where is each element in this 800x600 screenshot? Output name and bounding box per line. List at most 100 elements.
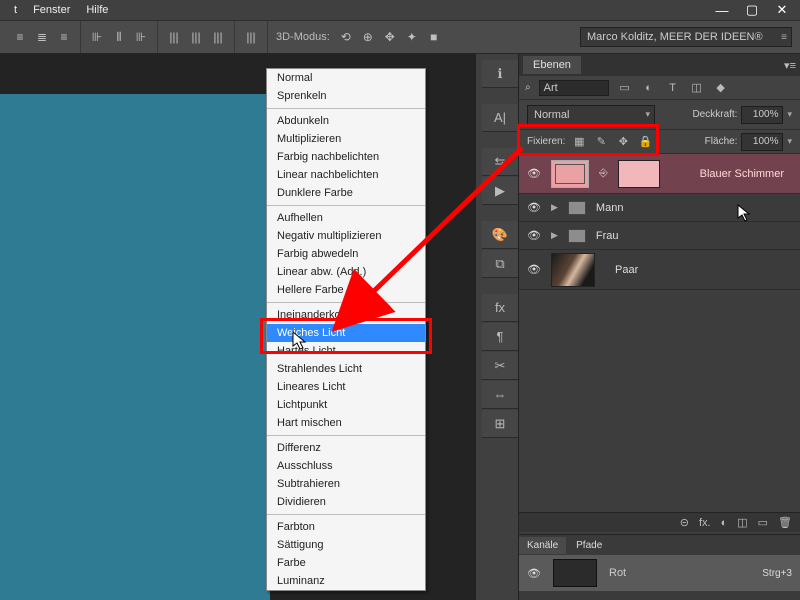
menu-fenster[interactable]: Fenster bbox=[25, 4, 78, 16]
opacity-input[interactable]: 100% bbox=[741, 106, 783, 124]
minimize-button[interactable]: — bbox=[716, 4, 728, 16]
distribute-icon[interactable]: ⫴ bbox=[109, 27, 129, 47]
filter-type-icon[interactable]: T bbox=[665, 80, 681, 96]
bm-farbig-abwedeln[interactable]: Farbig abwedeln bbox=[267, 245, 425, 263]
lock-pixels-icon[interactable]: ▦ bbox=[571, 134, 587, 150]
bm-hartes-licht[interactable]: Hartes Licht bbox=[267, 342, 425, 360]
filter-smart-icon[interactable]: ◆ bbox=[713, 80, 729, 96]
align-icon[interactable]: ≣ bbox=[32, 27, 52, 47]
bm-linear-nachbelichten[interactable]: Linear nachbelichten bbox=[267, 166, 425, 184]
bm-farbig-nachbelichten[interactable]: Farbig nachbelichten bbox=[267, 148, 425, 166]
layer-group-frau[interactable]: 👁 ▶ Frau bbox=[519, 222, 800, 250]
dock-navigator-icon[interactable]: ⊞ bbox=[482, 410, 518, 438]
blend-mode-menu[interactable]: Normal Sprenkeln Abdunkeln Multipliziere… bbox=[266, 68, 426, 591]
dock-character-icon[interactable]: A| bbox=[482, 104, 518, 132]
bm-negativ-multiplizieren[interactable]: Negativ multiplizieren bbox=[267, 227, 425, 245]
layer-mask-thumb[interactable] bbox=[618, 160, 660, 188]
bm-multiplizieren[interactable]: Multiplizieren bbox=[267, 130, 425, 148]
bm-weiches-licht[interactable]: Weiches Licht bbox=[267, 324, 425, 342]
dock-history-icon[interactable]: ⇆ bbox=[482, 148, 518, 176]
tab-pfade[interactable]: Pfade bbox=[568, 537, 610, 554]
dock-actions-icon[interactable]: ▶ bbox=[482, 177, 518, 205]
menu-truncated[interactable]: t bbox=[6, 4, 25, 16]
bm-lichtpunkt[interactable]: Lichtpunkt bbox=[267, 396, 425, 414]
link-icon[interactable]: ⎆ bbox=[599, 167, 608, 180]
dock-swatches-icon[interactable]: ⧉ bbox=[482, 250, 518, 278]
align-icon[interactable]: ≡ bbox=[10, 27, 30, 47]
trash-icon[interactable]: 🗑 bbox=[778, 516, 792, 529]
3d-icon[interactable]: ✥ bbox=[380, 27, 400, 47]
visibility-icon[interactable]: 👁 bbox=[527, 201, 541, 214]
layer-group-mann[interactable]: 👁 ▶ Mann bbox=[519, 194, 800, 222]
maximize-button[interactable]: ▢ bbox=[746, 4, 758, 16]
canvas[interactable] bbox=[0, 94, 270, 600]
visibility-icon[interactable]: 👁 bbox=[527, 167, 541, 180]
visibility-icon[interactable]: 👁 bbox=[527, 567, 541, 580]
layer-paar[interactable]: 👁 Paar bbox=[519, 250, 800, 290]
lock-move-icon[interactable]: ✥ bbox=[615, 134, 631, 150]
3d-icon[interactable]: ✦ bbox=[402, 27, 422, 47]
close-button[interactable]: ✕ bbox=[776, 4, 788, 16]
align-icon[interactable]: ≡ bbox=[54, 27, 74, 47]
group-name[interactable]: Frau bbox=[596, 230, 619, 242]
bm-abdunkeln[interactable]: Abdunkeln bbox=[267, 112, 425, 130]
distribute-icon[interactable]: ||| bbox=[164, 27, 184, 47]
lock-all-icon[interactable]: 🔒 bbox=[637, 134, 653, 150]
fill-input[interactable]: 100% bbox=[741, 133, 783, 151]
bm-dunklere-farbe[interactable]: Dunklere Farbe bbox=[267, 184, 425, 202]
bm-differenz[interactable]: Differenz bbox=[267, 439, 425, 457]
bm-strahlendes-licht[interactable]: Strahlendes Licht bbox=[267, 360, 425, 378]
filter-type-dropdown[interactable]: Art bbox=[539, 80, 609, 96]
layer-blauer-schimmer[interactable]: 👁 ⎆ Blauer Schimmer bbox=[519, 154, 800, 194]
layer-name[interactable]: Paar bbox=[615, 264, 638, 276]
filter-pixel-icon[interactable]: ▭ bbox=[617, 80, 633, 96]
distribute-icon[interactable]: ||| bbox=[208, 27, 228, 47]
layer-thumb[interactable] bbox=[551, 253, 595, 287]
3d-icon[interactable]: ■ bbox=[424, 27, 444, 47]
visibility-icon[interactable]: 👁 bbox=[527, 229, 541, 242]
bm-aufhellen[interactable]: Aufhellen bbox=[267, 209, 425, 227]
bm-luminanz[interactable]: Luminanz bbox=[267, 572, 425, 590]
blend-mode-dropdown[interactable]: Normal bbox=[527, 105, 655, 125]
tab-kanaele[interactable]: Kanäle bbox=[519, 537, 566, 554]
3d-icon[interactable]: ⊕ bbox=[358, 27, 378, 47]
lock-paint-icon[interactable]: ✎ bbox=[593, 134, 609, 150]
workspace-preset-dropdown[interactable]: Marco Kolditz, MEER DER IDEEN® bbox=[580, 27, 792, 47]
disclosure-icon[interactable]: ▶ bbox=[551, 202, 558, 213]
layer-name[interactable]: Blauer Schimmer bbox=[700, 168, 784, 180]
bm-sprenkeln[interactable]: Sprenkeln bbox=[267, 87, 425, 105]
panel-menu-icon[interactable]: ▾≡ bbox=[784, 59, 796, 72]
distribute-icon[interactable]: ⊪ bbox=[87, 27, 107, 47]
filter-adjust-icon[interactable]: ◐ bbox=[641, 80, 657, 96]
dock-styles-icon[interactable]: fx bbox=[482, 294, 518, 322]
distribute-icon[interactable]: ||| bbox=[241, 27, 261, 47]
distribute-icon[interactable]: ||| bbox=[186, 27, 206, 47]
group-name[interactable]: Mann bbox=[596, 202, 624, 214]
tab-ebenen[interactable]: Ebenen bbox=[523, 56, 581, 74]
fx-icon[interactable]: fx. bbox=[699, 517, 711, 529]
dock-clone-icon[interactable]: ⇔ bbox=[482, 381, 518, 409]
bm-hellere-farbe[interactable]: Hellere Farbe bbox=[267, 281, 425, 299]
bm-dividieren[interactable]: Dividieren bbox=[267, 493, 425, 511]
bm-linear-abw[interactable]: Linear abw. (Add.) bbox=[267, 263, 425, 281]
layer-thumb[interactable] bbox=[551, 160, 589, 188]
menu-hilfe[interactable]: Hilfe bbox=[78, 4, 116, 16]
dock-paragraph-icon[interactable]: ¶ bbox=[482, 323, 518, 351]
channel-rot[interactable]: 👁 Rot Strg+3 bbox=[519, 555, 800, 591]
bm-ineinanderkopieren[interactable]: Ineinanderkopieren bbox=[267, 306, 425, 324]
bm-saettigung[interactable]: Sättigung bbox=[267, 536, 425, 554]
bm-subtrahieren[interactable]: Subtrahieren bbox=[267, 475, 425, 493]
visibility-icon[interactable]: 👁 bbox=[527, 263, 541, 276]
bm-farbton[interactable]: Farbton bbox=[267, 518, 425, 536]
disclosure-icon[interactable]: ▶ bbox=[551, 230, 558, 241]
dock-color-icon[interactable]: 🎨 bbox=[482, 221, 518, 249]
bm-farbe[interactable]: Farbe bbox=[267, 554, 425, 572]
bm-normal[interactable]: Normal bbox=[267, 69, 425, 87]
bm-lineares-licht[interactable]: Lineares Licht bbox=[267, 378, 425, 396]
filter-shape-icon[interactable]: ◫ bbox=[689, 80, 705, 96]
new-layer-icon[interactable]: ▭ bbox=[758, 516, 768, 529]
adjustment-icon[interactable]: ◫ bbox=[737, 516, 747, 529]
bm-hart-mischen[interactable]: Hart mischen bbox=[267, 414, 425, 432]
dock-brush-icon[interactable]: ✂ bbox=[482, 352, 518, 380]
distribute-icon[interactable]: ⊪ bbox=[131, 27, 151, 47]
